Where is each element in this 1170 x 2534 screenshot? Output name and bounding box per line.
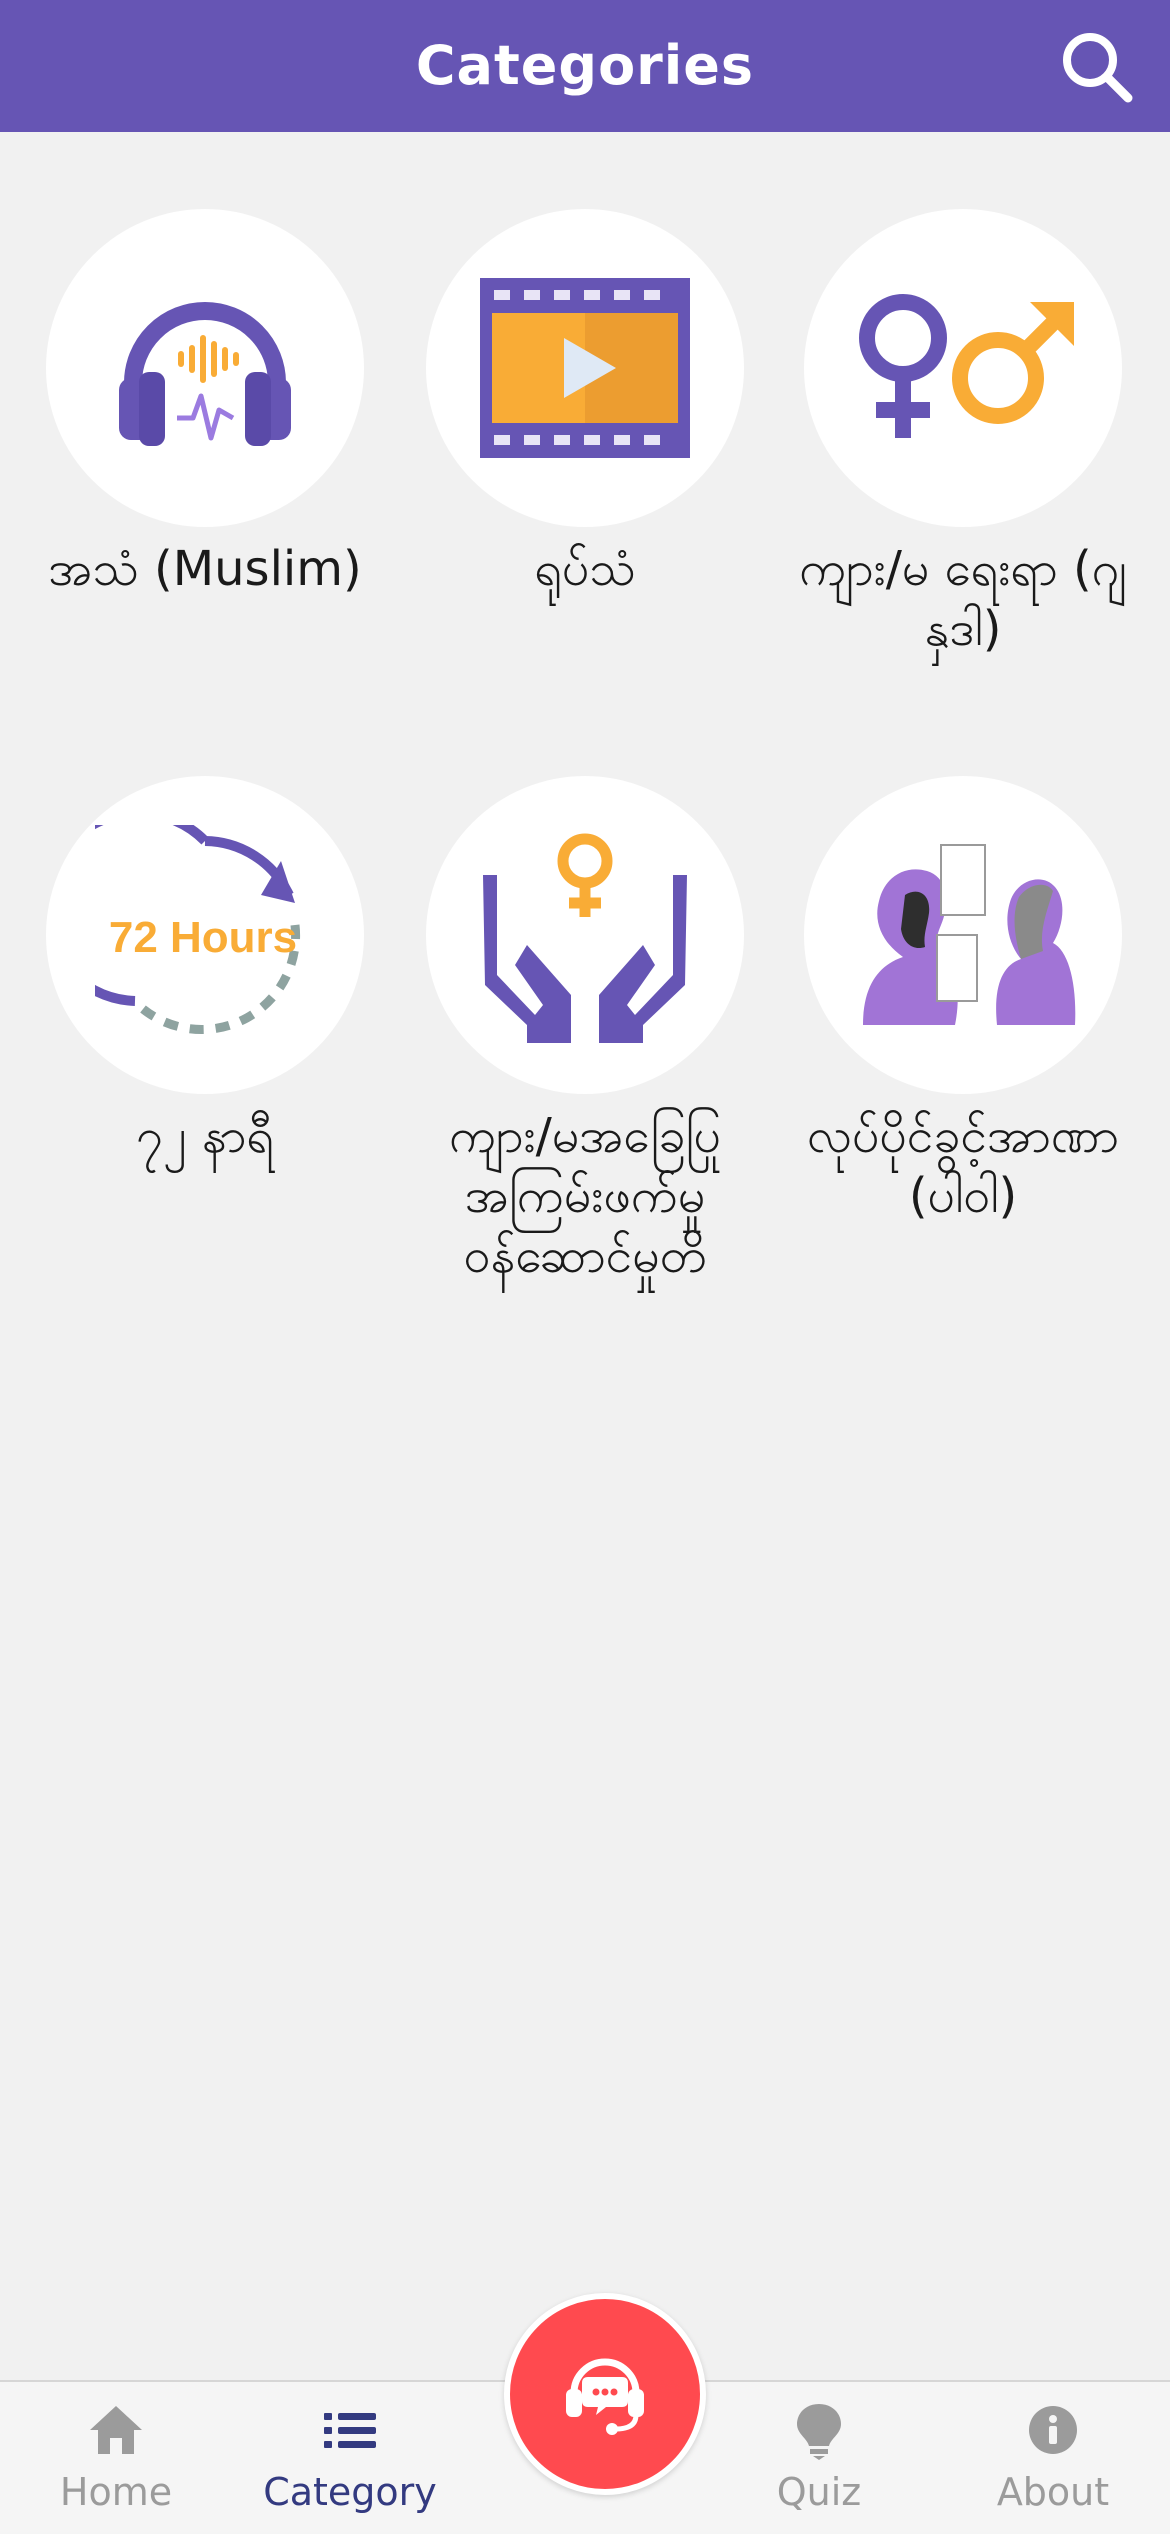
gender-symbols-icon — [859, 294, 1074, 438]
hands-female-symbol-icon — [483, 833, 687, 1043]
category-card-power[interactable]: လုပ်ပိုင်ခွင့်အာဏာ (ပါဝါ) — [778, 776, 1148, 1226]
category-label: လုပ်ပိုင်ခွင့်အာဏာ (ပါဝါ) — [807, 1108, 1119, 1224]
category-label: ရုပ်သံ — [534, 541, 636, 597]
app-header: Categories — [0, 0, 1170, 132]
people-conversation-icon — [863, 844, 1076, 1025]
nav-home-label: Home — [59, 2470, 173, 2514]
category-card-gender[interactable]: ကျား/မ ရေးရာ (ဂျ နှဒါ) — [778, 209, 1148, 659]
72-hours-icon: 72 Hours — [95, 825, 301, 1034]
nav-about-label: About — [996, 2470, 1110, 2514]
headphones-audio-icon — [119, 302, 291, 446]
nav-category[interactable]: Category — [250, 2382, 450, 2534]
category-icon-circle — [804, 209, 1122, 527]
category-label: ကျား/မ ရေးရာ (ဂျ နှဒါ) — [799, 541, 1127, 657]
category-card-video[interactable]: ရုပ်သံ — [400, 209, 770, 599]
category-label: ကျား/မအခြေပြု အကြမ်းဖက်မှု ဝန်ဆောင်မှုတိ — [449, 1108, 721, 1284]
category-label: ၇၂ နာရီ — [136, 1108, 274, 1164]
home-icon — [90, 2406, 142, 2454]
search-button[interactable] — [1058, 28, 1134, 104]
support-headset-icon — [566, 2358, 644, 2435]
nav-quiz-label: Quiz — [776, 2470, 862, 2514]
nav-home[interactable]: Home — [16, 2382, 216, 2534]
list-icon — [324, 2413, 376, 2448]
category-icon-circle: 72 Hours — [46, 776, 364, 1094]
category-label: အသံ (Muslim) — [48, 541, 362, 597]
nav-about[interactable]: About — [953, 2382, 1153, 2534]
category-card-gbv-services[interactable]: ကျား/မအခြေပြု အကြမ်းဖက်မှု ဝန်ဆောင်မှုတိ — [400, 776, 770, 1286]
info-icon — [1029, 2406, 1077, 2454]
support-chat-button[interactable] — [504, 2293, 706, 2495]
nav-category-label: Category — [263, 2470, 437, 2514]
category-icon-circle — [46, 209, 364, 527]
category-icon-circle — [804, 776, 1122, 1094]
page-title: Categories — [415, 34, 755, 97]
lightbulb-icon — [797, 2404, 841, 2460]
category-icon-circle — [426, 209, 744, 527]
72-hours-text: 72 Hours — [109, 913, 297, 962]
category-icon-circle — [426, 776, 744, 1094]
search-icon — [1063, 33, 1133, 103]
category-card-audio[interactable]: အသံ (Muslim) — [20, 209, 390, 599]
video-film-icon — [480, 278, 690, 458]
nav-quiz[interactable]: Quiz — [719, 2382, 919, 2534]
category-card-72-hours[interactable]: 72 Hours ၇၂ နာရီ — [20, 776, 390, 1166]
